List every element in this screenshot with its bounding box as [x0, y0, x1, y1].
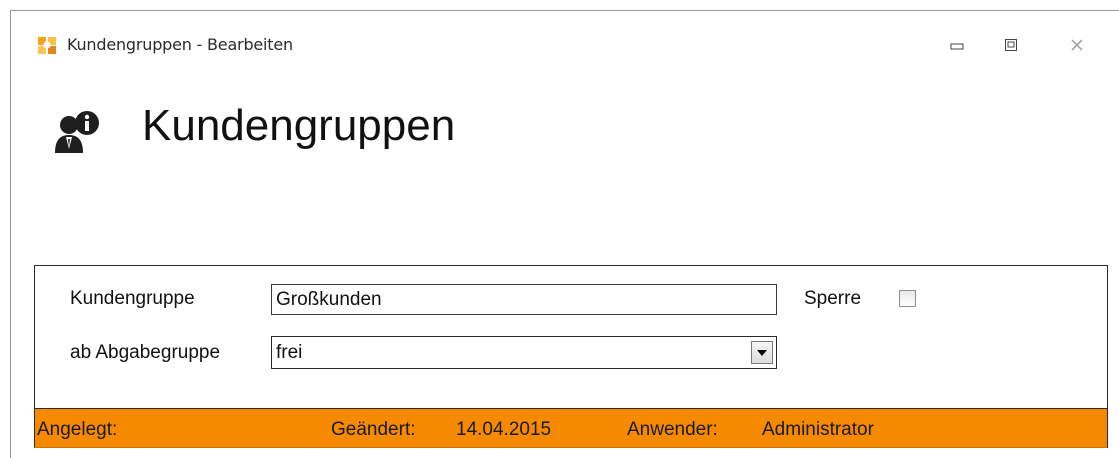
maximize-icon — [1005, 39, 1017, 51]
page-title: Kundengruppen — [142, 101, 456, 150]
abgabegruppe-label: ab Abgabegruppe — [70, 342, 221, 363]
angelegt-label: Angelegt: — [37, 419, 118, 440]
abgabegruppe-select[interactable]: frei — [271, 336, 777, 369]
title-bar[interactable]: Kundengruppen - Bearbeiten — [11, 11, 1119, 71]
abgabegruppe-value: frei — [276, 342, 303, 363]
close-button[interactable] — [1066, 35, 1088, 55]
minimize-icon — [950, 43, 964, 50]
minimize-button[interactable] — [946, 35, 968, 55]
dropdown-arrow-icon[interactable] — [751, 341, 773, 364]
kundengruppe-input[interactable]: Großkunden — [271, 284, 777, 315]
edit-window: Kundengruppen - Bearbeiten Kundengruppen… — [10, 10, 1119, 458]
geaendert-value: 14.04.2015 — [456, 419, 552, 440]
status-bar: Angelegt: Geändert: 14.04.2015 Anwender:… — [34, 409, 1108, 448]
geaendert-label: Geändert: — [331, 419, 416, 440]
close-icon — [1071, 39, 1083, 51]
customer-group-info-icon — [53, 109, 101, 157]
kundengruppe-label: Kundengruppe — [70, 288, 195, 309]
form-panel: Kundengruppe Großkunden Sperre ab Abgabe… — [34, 265, 1108, 409]
sperre-checkbox[interactable] — [899, 290, 916, 307]
anwender-value: Administrator — [762, 419, 874, 440]
maximize-button[interactable] — [1000, 35, 1022, 55]
sperre-label: Sperre — [804, 288, 862, 309]
app-icon — [37, 35, 57, 55]
window-title: Kundengruppen - Bearbeiten — [67, 35, 293, 54]
anwender-label: Anwender: — [627, 419, 718, 440]
